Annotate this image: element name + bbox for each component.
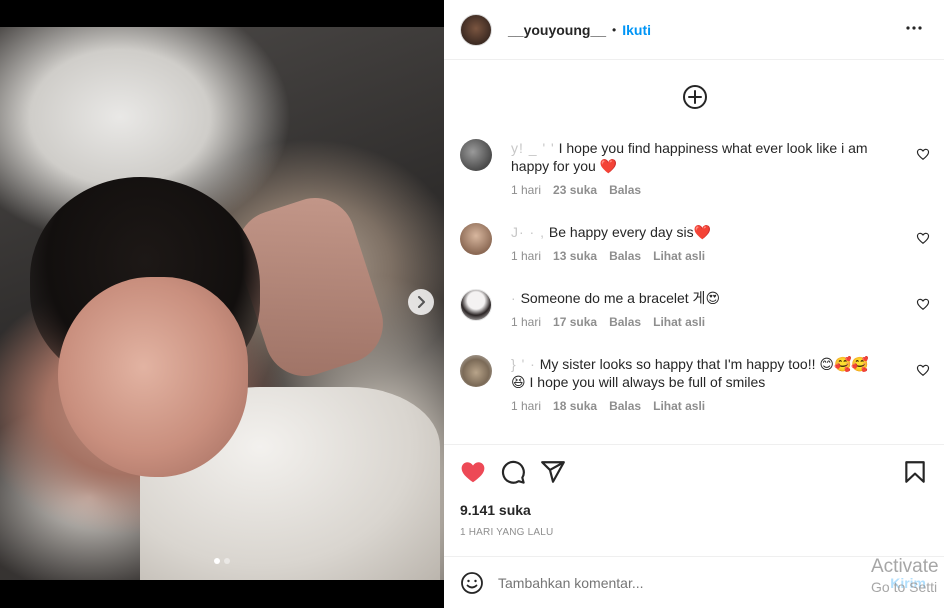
comment-like-icon[interactable]	[916, 363, 930, 377]
comment-item: } ' · My sister looks so happy that I'm …	[460, 355, 930, 417]
reply-button[interactable]: Balas	[609, 399, 641, 413]
comment-likes[interactable]: 17 suka	[553, 315, 597, 329]
reply-button[interactable]: Balas	[609, 183, 641, 197]
more-options-icon[interactable]	[904, 18, 924, 43]
post-header: __youyoung__ • Ikuti	[444, 0, 944, 60]
post-comment-button[interactable]: Kirim	[890, 575, 926, 591]
header-separator: •	[612, 22, 617, 37]
commenter-username[interactable]: J· · ,	[511, 224, 545, 240]
carousel-dot-active	[214, 558, 220, 564]
reply-button[interactable]: Balas	[609, 315, 641, 329]
post-sidebar: __youyoung__ • Ikuti y! _ ' ' I hope you…	[444, 0, 944, 608]
commenter-avatar[interactable]	[460, 355, 492, 387]
post-media	[0, 0, 444, 608]
commenter-username[interactable]: } ' ·	[511, 356, 536, 372]
author-avatar[interactable]	[460, 13, 492, 46]
chevron-right-icon	[418, 296, 425, 308]
follow-button[interactable]: Ikuti	[622, 22, 651, 38]
post-actions: 9.141 suka 1 HARI YANG LALU	[444, 444, 944, 556]
heart-eyes-emoji: 😍	[705, 290, 721, 306]
load-more-comments-button[interactable]	[682, 84, 708, 113]
comment-like-icon[interactable]	[916, 147, 930, 161]
comment-text: J· · , Be happy every day sis❤️	[511, 224, 712, 240]
comment-like-icon[interactable]	[916, 231, 930, 245]
post-photo	[0, 27, 444, 580]
comment-like-icon[interactable]	[916, 297, 930, 311]
commenter-username[interactable]: ·	[511, 290, 517, 306]
post-timestamp[interactable]: 1 HARI YANG LALU	[460, 527, 553, 538]
comment-meta: 1 hari 18 suka Balas Lihat asli	[511, 399, 705, 413]
carousel-next-button[interactable]	[408, 289, 434, 315]
comment-item: J· · , Be happy every day sis❤️ 1 hari 1…	[460, 223, 930, 267]
comment-time: 1 hari	[511, 249, 542, 263]
comment-text: y! _ ' ' I hope you find happiness what …	[511, 140, 868, 174]
reply-button[interactable]: Balas	[609, 249, 641, 263]
comment-text: } ' · My sister looks so happy that I'm …	[511, 356, 869, 390]
heart-emoji: ❤️	[693, 224, 712, 240]
comment-icon[interactable]	[500, 459, 526, 485]
comment-meta: 1 hari 23 suka Balas	[511, 183, 641, 197]
smile-emojis: 😊🥰🥰	[819, 356, 869, 372]
heart-filled-icon[interactable]	[460, 459, 486, 485]
see-original-button[interactable]: Lihat asli	[653, 315, 705, 329]
commenter-avatar[interactable]	[460, 289, 492, 321]
likes-count[interactable]: 9.141 suka	[460, 502, 531, 518]
comment-time: 1 hari	[511, 183, 542, 197]
comment-meta: 1 hari 17 suka Balas Lihat asli	[511, 315, 705, 329]
plus-circle-icon	[683, 85, 707, 109]
bookmark-icon[interactable]	[902, 459, 928, 485]
comment-likes[interactable]: 23 suka	[553, 183, 597, 197]
comment-text: · Someone do me a bracelet 게😍	[511, 290, 721, 306]
comment-time: 1 hari	[511, 399, 542, 413]
comment-input[interactable]	[498, 574, 798, 591]
comment-item: · Someone do me a bracelet 게😍 1 hari 17 …	[460, 289, 930, 333]
comment-time: 1 hari	[511, 315, 542, 329]
commenter-avatar[interactable]	[460, 139, 492, 171]
carousel-indicator	[214, 558, 230, 564]
comment-likes[interactable]: 13 suka	[553, 249, 597, 263]
comment-likes[interactable]: 18 suka	[553, 399, 597, 413]
laugh-emoji: 😆	[511, 374, 526, 390]
see-original-button[interactable]: Lihat asli	[653, 249, 705, 263]
smiley-icon[interactable]	[460, 571, 484, 595]
add-comment-bar: Kirim	[444, 556, 944, 608]
see-original-button[interactable]: Lihat asli	[653, 399, 705, 413]
paper-plane-icon[interactable]	[540, 459, 566, 485]
heart-emoji: ❤️	[599, 158, 618, 174]
comment-item: y! _ ' ' I hope you find happiness what …	[460, 139, 930, 201]
action-icons-row	[460, 459, 928, 485]
carousel-dot	[224, 558, 230, 564]
comments-list[interactable]: y! _ ' ' I hope you find happiness what …	[444, 61, 944, 444]
author-username[interactable]: __youyoung__	[508, 22, 606, 38]
comment-meta: 1 hari 13 suka Balas Lihat asli	[511, 249, 705, 263]
commenter-avatar[interactable]	[460, 223, 492, 255]
commenter-username[interactable]: y! _ ' '	[511, 140, 555, 156]
